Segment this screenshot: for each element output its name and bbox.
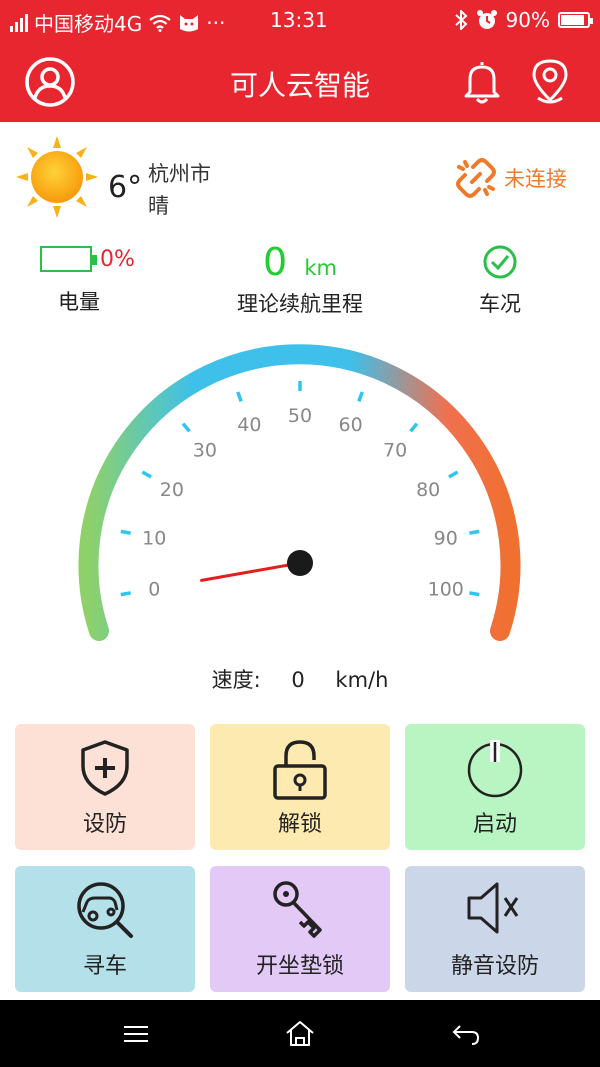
check-circle-icon: [483, 245, 517, 279]
battery-stat[interactable]: 0% 电量: [40, 246, 150, 316]
app-bar: 可人云智能: [0, 42, 600, 122]
alarm-icon: [476, 10, 497, 29]
connection-status[interactable]: 未连接: [456, 158, 567, 198]
broken-link-icon: [456, 158, 496, 198]
carrier-label: 中国移动4G: [34, 12, 143, 36]
gauge-tick-label: 20: [160, 479, 184, 501]
speed-unit: km/h: [335, 668, 389, 692]
arm-button[interactable]: 设防: [15, 724, 195, 850]
status-time: 13:31: [270, 8, 328, 32]
bluetooth-icon: [454, 10, 467, 30]
gauge-tick: [448, 470, 459, 479]
gauge-tick-label: 50: [288, 405, 312, 427]
bell-icon[interactable]: [456, 56, 508, 108]
speed-value: 0: [291, 668, 305, 692]
gauge-tick-label: 60: [339, 414, 363, 436]
find-car-label: 寻车: [82, 954, 127, 979]
temperature: 6°: [108, 170, 143, 205]
speed-readout: 速度: 0 km/h: [0, 664, 600, 694]
needle-hub: [287, 550, 313, 576]
menu-icon[interactable]: [118, 1018, 154, 1048]
gauge-tick-label: 30: [193, 440, 217, 462]
status-left: 中国移动4G ···: [10, 8, 225, 37]
stats-row: 0% 电量 0 km 理论续航里程 车况: [0, 236, 600, 326]
start-label: 启动: [472, 812, 517, 837]
battery-icon: [558, 12, 593, 28]
city-name: 杭州市: [148, 162, 211, 186]
gauge-tick: [469, 591, 480, 597]
power-icon: [467, 740, 523, 798]
seat-lock-label: 开坐垫锁: [255, 954, 344, 979]
range-value: 0: [263, 240, 288, 284]
find-car-icon: [77, 882, 133, 938]
app-title: 可人云智能: [229, 69, 370, 102]
condition-label: 车况: [479, 292, 521, 316]
unlock-label: 解锁: [277, 812, 322, 837]
weather-panel: 6° 杭州市 晴 未连接: [0, 122, 600, 232]
speed-needle: [200, 561, 302, 582]
more-notifications-dots: ···: [206, 10, 226, 35]
unlock-icon: [273, 740, 327, 800]
seat-lock-button[interactable]: 开坐垫锁: [210, 866, 390, 992]
gauge-tick: [409, 422, 419, 433]
speed-label: 速度:: [211, 668, 261, 692]
gauge-tick-label: 0: [148, 579, 160, 601]
system-nav-bar: [0, 1000, 600, 1067]
range-unit: km: [304, 256, 337, 280]
gauge-tick: [236, 391, 243, 402]
arm-label: 设防: [82, 812, 127, 837]
battery-percent: 90%: [505, 8, 550, 32]
gauge-tick: [469, 529, 480, 535]
weather-condition: 晴: [148, 194, 169, 218]
back-icon[interactable]: [448, 1018, 484, 1048]
key-icon: [273, 881, 322, 938]
unlock-button[interactable]: 解锁: [210, 724, 390, 850]
battery-label: 电量: [58, 290, 100, 314]
range-stat[interactable]: 0 km 理论续航里程: [200, 240, 400, 318]
cat-notification-icon: [180, 14, 199, 31]
shield-plus-icon: [81, 740, 129, 796]
vehicle-condition-stat[interactable]: 车况: [460, 244, 540, 318]
gauge-tick-label: 70: [383, 440, 407, 462]
gauge-tick-label: 80: [416, 479, 440, 501]
gauge-tick: [181, 422, 191, 433]
gauge-tick: [120, 591, 131, 597]
mute-icon: [467, 882, 519, 934]
gauge-tick-label: 90: [434, 527, 458, 549]
battery-value: 0%: [100, 246, 135, 272]
speedometer-gauge: 0 10 20 30 40 50 60 70 80 90 100: [78, 344, 521, 641]
gauge-tick-label: 10: [142, 527, 166, 549]
sun-icon: [16, 136, 98, 218]
home-icon[interactable]: [282, 1018, 318, 1048]
status-bar: 中国移动4G ··· 13:31 90%: [0, 0, 600, 42]
signal-icon: [10, 13, 28, 32]
range-label: 理论续航里程: [237, 292, 363, 316]
speedometer: 0 10 20 30 40 50 60 70 80 90 100: [0, 330, 600, 660]
gauge-tick-label: 40: [237, 414, 261, 436]
start-button[interactable]: 启动: [405, 724, 585, 850]
find-car-button[interactable]: 寻车: [15, 866, 195, 992]
wifi-icon: [149, 14, 171, 32]
silent-arm-button[interactable]: 静音设防: [405, 866, 585, 992]
location-pin-icon[interactable]: [524, 56, 576, 108]
status-right: 90%: [454, 8, 593, 32]
gauge-tick: [357, 391, 364, 402]
battery-level-icon: [40, 246, 97, 272]
gauge-tick: [120, 529, 131, 535]
connection-label: 未连接: [504, 167, 567, 191]
gauge-tick: [141, 470, 152, 479]
gauge-tick-label: 100: [428, 579, 464, 601]
silent-arm-label: 静音设防: [450, 954, 539, 979]
